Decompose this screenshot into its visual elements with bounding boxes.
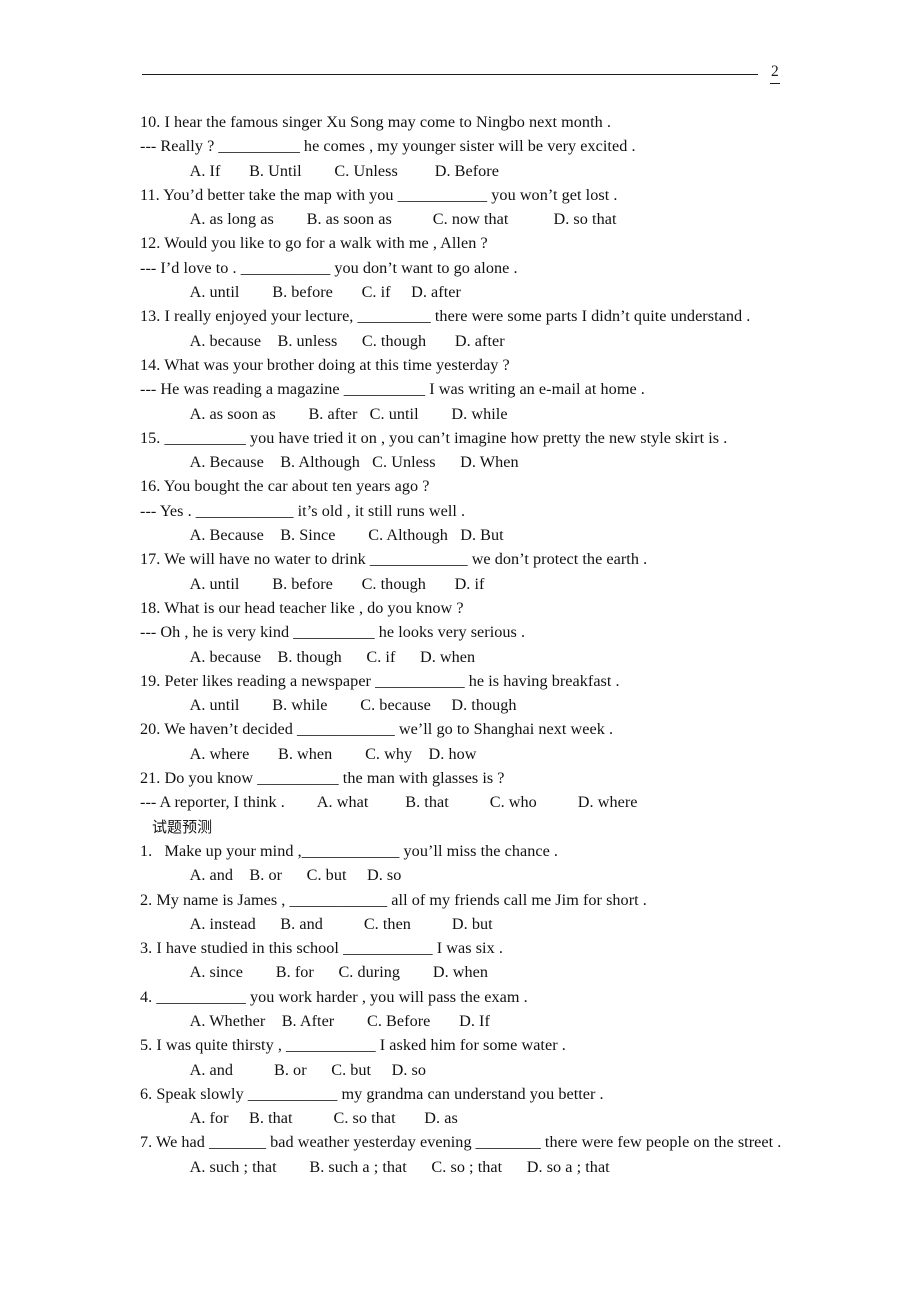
prediction-question-stem: 3. I have studied in this school _______… [140,939,503,958]
question-options: A. until B. before C. if D. after [170,283,461,302]
question-reply: --- Oh , he is very kind __________ he l… [140,623,526,642]
page-header: 2 [0,62,920,92]
question-options: A. until B. while C. because D. though [170,696,517,715]
document-body: 10. I hear the famous singer Xu Song may… [0,110,920,1179]
question-reply: --- A reporter, I think . A. what B. tha… [140,793,638,812]
prediction-question-options: A. instead B. and C. then D. but [170,914,493,933]
question-options: A. until B. before C. though D. if [170,574,485,593]
question-stem: 18. What is our head teacher like , do y… [140,598,464,617]
question-stem: 19. Peter likes reading a newspaper ____… [140,671,620,690]
question-stem: 21. Do you know __________ the man with … [140,769,505,788]
question-reply: --- I’d love to . ___________ you don’t … [140,258,518,277]
question-stem: 16. You bought the car about ten years a… [140,477,430,496]
question-stem: 10. I hear the famous singer Xu Song may… [140,113,611,131]
prediction-question-stem: 2. My name is James , ____________ all o… [140,890,647,909]
question-reply: --- Yes . ____________ it’s old , it sti… [140,501,466,520]
question-stem: 12. Would you like to go for a walk with… [140,234,488,253]
question-stem: 17. We will have no water to drink _____… [140,550,648,569]
prediction-question-stem: 1. Make up your mind ,____________ you’l… [140,841,559,860]
question-options: A. as long as B. as soon as C. now that … [170,210,617,229]
question-options: A. because B. unless C. though D. after [170,331,505,350]
question-stem: 14. What was your brother doing at this … [140,355,510,374]
prediction-question-options: A. and B. or C. but D. so [170,1060,427,1079]
prediction-question-options: A. since B. for C. during D. when [170,963,489,982]
question-reply: --- Really ? __________ he comes , my yo… [140,137,636,156]
question-options: A. as soon as B. after C. until D. while [170,404,508,423]
question-stem: 13. I really enjoyed your lecture, _____… [140,307,751,326]
question-stem: 15. __________ you have tried it on , yo… [140,428,728,447]
page-number: 2 [770,62,780,84]
prediction-question-options: A. such ; that B. such a ; that C. so ; … [170,1157,610,1176]
header-rule [142,74,758,75]
question-stem: 11. You’d better take the map with you _… [140,185,618,204]
question-options: A. Because B. Since C. Although D. But [170,526,504,545]
question-options: A. because B. though C. if D. when [170,647,476,666]
prediction-question-stem: 4. ___________ you work harder , you wil… [140,987,528,1006]
question-options: A. where B. when C. why D. how [170,744,477,763]
prediction-question-stem: 7. We had _______ bad weather yesterday … [140,1133,782,1152]
prediction-question-options: A. for B. that C. so that D. as [170,1109,458,1128]
question-stem: 20. We haven’t decided ____________ we’l… [140,720,614,739]
prediction-question-options: A. Whether B. After C. Before D. If [170,1011,490,1030]
prediction-question-stem: 5. I was quite thirsty , ___________ I a… [140,1036,566,1055]
question-options: A. If B. Until C. Unless D. Before [170,161,499,180]
prediction-question-options: A. and B. or C. but D. so [170,866,402,885]
question-options: A. Because B. Although C. Unless D. When [170,453,519,472]
document-page: 2 10. I hear the famous singer Xu Song m… [0,0,920,1302]
section-heading: 试题预测 [152,817,213,836]
prediction-question-stem: 6. Speak slowly ___________ my grandma c… [140,1084,604,1103]
question-reply: --- He was reading a magazine __________… [140,380,645,399]
